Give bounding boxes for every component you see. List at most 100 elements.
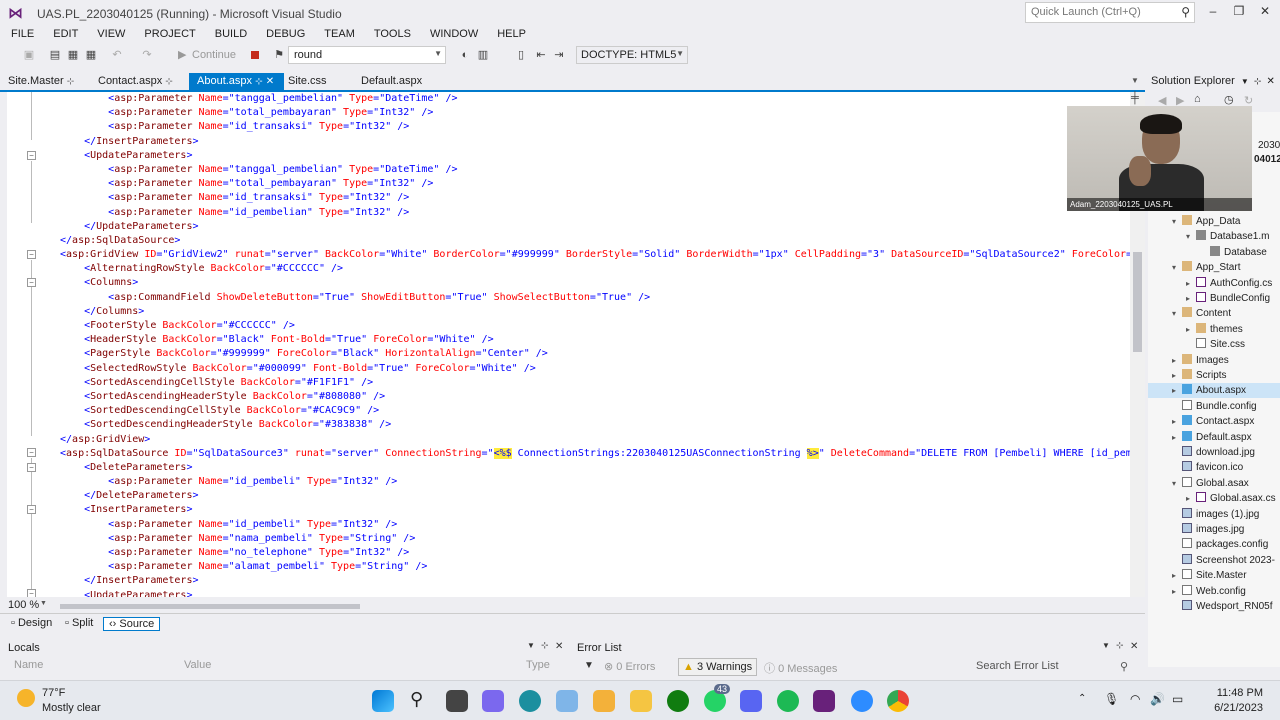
browse-with-icon[interactable]: ▥ — [476, 48, 490, 62]
file-explorer-icon[interactable] — [630, 690, 652, 712]
code-line[interactable]: <AlternatingRowStyle BackColor="#CCCCCC"… — [60, 262, 1130, 276]
weather-temperature[interactable]: 77°F — [42, 687, 65, 699]
code-line[interactable]: <FooterStyle BackColor="#CCCCCC" /> — [60, 319, 1130, 333]
navigate-backward-icon[interactable]: ⇤ — [534, 48, 548, 62]
volume-icon[interactable]: 🔊 — [1150, 692, 1165, 706]
tree-item-partial[interactable]: 040125 — [1254, 152, 1280, 167]
chevron-right-icon[interactable]: ▸ — [1172, 414, 1182, 429]
microsoft-store-icon[interactable] — [593, 690, 615, 712]
chevron-right-icon[interactable]: ▸ — [1172, 368, 1182, 383]
menu-build[interactable]: BUILD — [204, 27, 255, 41]
continue-button[interactable]: Continue — [192, 49, 236, 61]
tree-item[interactable]: ▾ Content — [1148, 306, 1280, 321]
clock-date[interactable]: 6/21/2023 — [1193, 702, 1263, 714]
pin-icon[interactable]: ⊹ — [165, 76, 173, 86]
filter-icon[interactable]: ▼ — [584, 660, 594, 671]
code-line[interactable]: <Columns> — [60, 276, 1130, 290]
wifi-icon[interactable]: ◠ — [1130, 692, 1140, 706]
locals-name-header[interactable]: Name — [14, 659, 43, 671]
code-line[interactable]: <SortedAscendingHeaderStyle BackColor="#… — [60, 390, 1130, 404]
chevron-down-icon[interactable]: ▾ — [1172, 260, 1182, 275]
code-line[interactable]: <InsertParameters> — [60, 503, 1130, 517]
fold-toggle-icon[interactable]: − — [27, 463, 36, 472]
chevron-right-icon[interactable]: ▸ — [1186, 291, 1196, 306]
find-combobox[interactable]: round ▼ — [288, 46, 446, 64]
task-view-icon[interactable] — [446, 690, 468, 712]
scroll-thumb[interactable] — [60, 604, 360, 609]
scroll-thumb[interactable] — [1133, 252, 1142, 352]
weather-moon-icon[interactable] — [17, 689, 35, 707]
microphone-icon[interactable]: 🎙 — [1104, 692, 1119, 706]
code-line[interactable]: </Columns> — [60, 305, 1130, 319]
xbox-icon[interactable] — [667, 690, 689, 712]
tree-item-partial[interactable]: 2030 — [1258, 138, 1280, 153]
close-icon[interactable]: ✕ — [1266, 76, 1274, 87]
tree-item[interactable]: Wedsport_RN05f — [1148, 599, 1280, 614]
tree-item[interactable]: ▾ App_Data — [1148, 214, 1280, 229]
stop-debugging-icon[interactable] — [251, 51, 259, 59]
code-line[interactable]: <asp:Parameter Name="id_pembeli" Type="I… — [60, 518, 1130, 532]
tree-item[interactable]: ▸ AuthConfig.cs — [1148, 276, 1280, 291]
fold-toggle-icon[interactable]: − — [27, 278, 36, 287]
teams-chat-icon[interactable] — [482, 690, 504, 712]
chevron-down-icon[interactable]: ▾ — [1172, 476, 1182, 491]
code-line[interactable]: <SortedDescendingHeaderStyle BackColor="… — [60, 418, 1130, 432]
chevron-down-icon[interactable]: ▼ — [1102, 641, 1110, 650]
tree-item[interactable]: packages.config — [1148, 537, 1280, 552]
menu-tools[interactable]: TOOLS — [363, 27, 419, 41]
tree-item[interactable]: ▸ Default.aspx — [1148, 430, 1280, 445]
tree-item[interactable]: ▸ Images — [1148, 353, 1280, 368]
tree-item[interactable]: ▸ Contact.aspx — [1148, 414, 1280, 429]
chevron-right-icon[interactable]: ▸ — [1172, 430, 1182, 445]
code-line[interactable]: <asp:GridView ID="GridView2" runat="serv… — [60, 248, 1130, 262]
pin-icon[interactable]: ⊹ — [255, 76, 263, 86]
chevron-right-icon[interactable]: ▸ — [1186, 322, 1196, 337]
menu-window[interactable]: WINDOW — [419, 27, 486, 41]
code-line[interactable]: <asp:Parameter Name="id_transaksi" Type=… — [60, 191, 1130, 205]
locals-type-header[interactable]: Type — [526, 659, 550, 671]
code-line[interactable]: </InsertParameters> — [60, 135, 1130, 149]
fold-toggle-icon[interactable]: − — [27, 448, 36, 457]
code-line[interactable]: </DeleteParameters> — [60, 489, 1130, 503]
chevron-right-icon[interactable]: ▸ — [1186, 491, 1196, 506]
start-icon[interactable] — [372, 690, 394, 712]
zoom-level[interactable]: 100 % — [8, 599, 39, 611]
tree-item[interactable]: ▸ About.aspx — [1148, 383, 1280, 399]
editor-horizontal-scrollbar[interactable] — [60, 604, 1130, 609]
tree-item[interactable]: ▸ Global.asax.cs — [1148, 491, 1280, 506]
redo-icon[interactable]: ↷ — [140, 48, 154, 62]
split-window-icon[interactable]: ╪ — [1131, 92, 1139, 104]
code-line[interactable]: <DeleteParameters> — [60, 461, 1130, 475]
messages-filter-button[interactable]: ⓘ 0 Messages — [764, 660, 837, 676]
chevron-down-icon[interactable]: ▼ — [527, 641, 535, 650]
menu-project[interactable]: PROJECT — [133, 27, 203, 41]
menu-file[interactable]: FILE — [0, 27, 42, 41]
tree-item[interactable]: ▸ themes — [1148, 322, 1280, 337]
code-line[interactable]: <SortedAscendingCellStyle BackColor="#F1… — [60, 376, 1130, 390]
home-icon[interactable]: ⌂ — [1194, 93, 1201, 105]
code-line[interactable]: <SortedDescendingCellStyle BackColor="#C… — [60, 404, 1130, 418]
code-editor[interactable]: − − − − − − − <asp:Parameter Name="tangg… — [7, 92, 1130, 597]
pin-icon[interactable]: ⊹ — [1116, 640, 1124, 651]
chevron-down-icon[interactable]: ▼ — [1241, 77, 1249, 86]
tree-item[interactable]: ▸ Web.config — [1148, 584, 1280, 599]
tree-item[interactable]: ▸ Site.Master — [1148, 568, 1280, 583]
chevron-down-icon[interactable]: ▾ — [1172, 306, 1182, 321]
tab-site-master[interactable]: Site.Master ⊹ — [0, 73, 82, 91]
chevron-down-icon[interactable]: ▾ — [1172, 214, 1182, 229]
zoom-icon[interactable] — [851, 690, 873, 712]
tree-item[interactable]: Database — [1148, 245, 1280, 260]
chevron-right-icon[interactable]: ▸ — [1172, 383, 1182, 398]
code-line[interactable]: <asp:Parameter Name="tanggal_pembelian" … — [60, 163, 1130, 177]
history-icon[interactable]: ◷ — [1224, 93, 1234, 106]
close-icon[interactable]: ✕ — [1130, 641, 1138, 652]
tree-item[interactable]: Screenshot 2023- — [1148, 553, 1280, 568]
browser-link-icon[interactable]: ◐ — [458, 48, 472, 62]
chevron-right-icon[interactable]: ▸ — [1172, 584, 1182, 599]
code-line[interactable]: <asp:Parameter Name="id_pembeli" Type="I… — [60, 475, 1130, 489]
chevron-down-icon[interactable]: ▾ — [1186, 229, 1196, 244]
minimize-icon[interactable]: – — [1202, 4, 1224, 22]
tree-item[interactable]: ▾ Database1.m — [1148, 229, 1280, 244]
weather-description[interactable]: Mostly clear — [42, 702, 101, 714]
code-line[interactable]: <asp:Parameter Name="id_pembelian" Type=… — [60, 206, 1130, 220]
